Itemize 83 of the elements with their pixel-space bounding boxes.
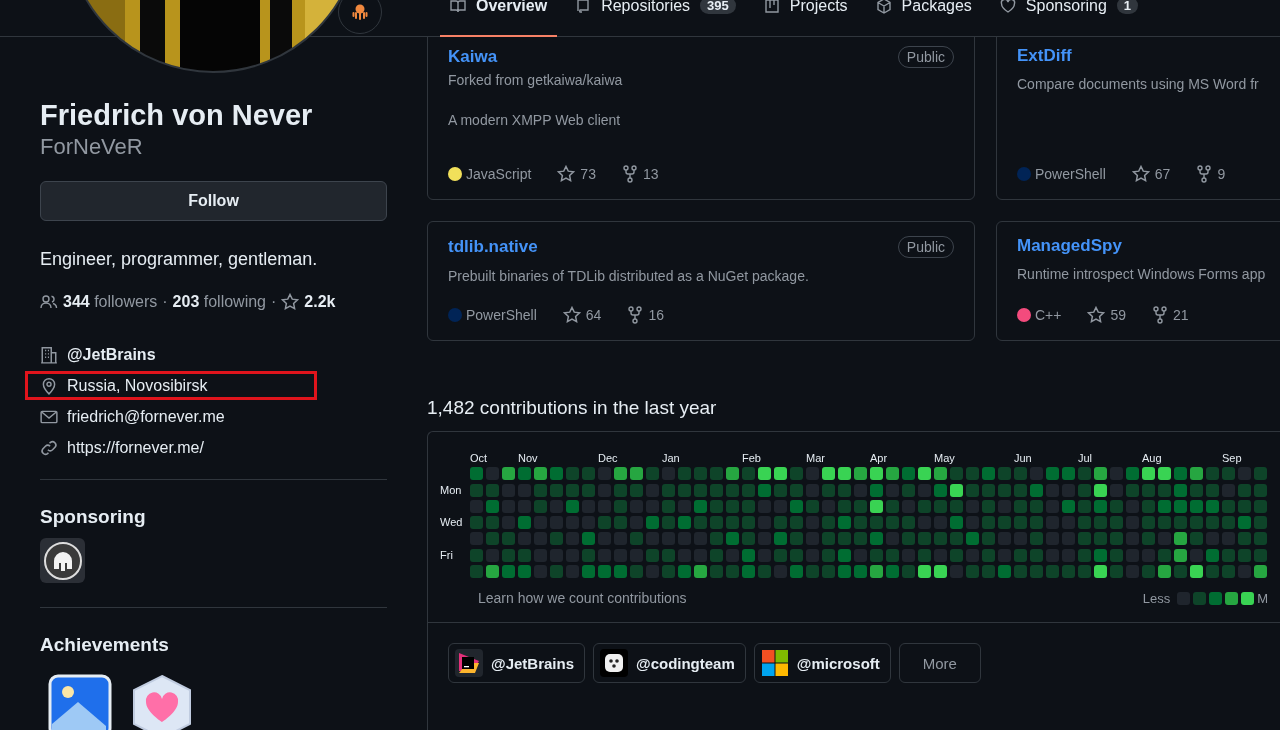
forks-link[interactable]: 21: [1152, 306, 1189, 324]
month-label: Apr: [870, 452, 888, 464]
legend-swatch: [1209, 591, 1223, 605]
following-link[interactable]: 203 following: [172, 293, 266, 311]
weekday-label: Mon: [440, 483, 462, 496]
month-label: Nov: [518, 452, 538, 464]
legend-swatch: [1241, 591, 1255, 605]
month-label: Mar: [806, 452, 825, 464]
repo-name-link[interactable]: ExtDiff: [1017, 46, 1072, 66]
org-logo-icon: [600, 649, 628, 678]
profile-name: Friedrich von Never: [40, 98, 314, 133]
followers-link[interactable]: 344 followers: [63, 293, 158, 311]
repo-description: A modern XMPP Web client: [448, 111, 622, 130]
repo-description: Compare documents using MS Word fr: [1017, 75, 1260, 94]
profile-username: ForNeVeR: [40, 133, 144, 161]
month-label: Oct: [470, 452, 488, 464]
heart-icon: [999, 0, 1016, 14]
language-name: JavaScript: [466, 166, 532, 182]
forks-link[interactable]: 16: [627, 306, 664, 324]
mountain-badge-icon[interactable]: [48, 674, 112, 730]
sponsor-avatar[interactable]: [40, 538, 85, 583]
stargazers-link[interactable]: 73: [557, 165, 596, 183]
learn-link[interactable]: Learn how we count contributions: [478, 590, 687, 607]
legend-swatch: [1225, 591, 1239, 605]
people-icon: [40, 294, 58, 310]
stargazers-link[interactable]: 64: [562, 306, 602, 324]
stargazers-link[interactable]: 59: [1087, 306, 1127, 324]
org-logo-icon: [760, 649, 789, 678]
location-text: Russia, Novosibirsk: [67, 376, 208, 395]
tab-counter: 395: [700, 0, 736, 14]
cube-icon: [875, 0, 892, 14]
repo-description: Runtime introspect Windows Forms app: [1017, 265, 1267, 284]
repo-name-link[interactable]: ManagedSpy: [1017, 236, 1122, 256]
forks-link[interactable]: 9: [1196, 165, 1226, 183]
helmet-icon: [42, 540, 83, 581]
follow-button[interactable]: Follow: [40, 181, 387, 221]
forks-link[interactable]: 13: [621, 165, 659, 183]
weekday-label: Fri: [440, 548, 453, 561]
repo-name-link[interactable]: tdlib.native: [448, 237, 538, 257]
location-pin-icon: [40, 376, 58, 395]
website-link[interactable]: https://fornever.me/: [67, 438, 204, 457]
org-logo-icon: [455, 649, 483, 678]
achievements-heading: Achievements: [40, 634, 170, 656]
month-label: Jun: [1014, 452, 1032, 464]
sponsoring-heading: Sponsoring: [40, 506, 147, 528]
organization-button[interactable]: @JetBrains: [448, 643, 585, 684]
month-label: Aug: [1142, 452, 1162, 464]
profile-bio: Engineer, programmer, gentleman.: [40, 248, 319, 271]
month-label: Sep: [1222, 452, 1242, 464]
tab-counter: 1: [1116, 0, 1139, 14]
language-name: PowerShell: [466, 307, 537, 323]
stargazers-link[interactable]: 67: [1131, 165, 1171, 183]
more-button[interactable]: More: [898, 643, 981, 684]
weekday-label: Wed: [440, 516, 463, 529]
language-name: C++: [1035, 307, 1062, 323]
link-icon: [40, 438, 58, 457]
month-label: Jan: [662, 452, 680, 464]
separator-dot: ·: [271, 293, 277, 311]
organization-button[interactable]: @codingteam: [593, 643, 746, 684]
book-icon: [450, 0, 466, 14]
contributions-heading: 1,482 contributions in the last year: [427, 397, 718, 419]
legend-swatch: [1193, 591, 1207, 605]
organization-text: @JetBrains: [67, 345, 156, 364]
legend-more-label: M: [1257, 590, 1268, 606]
table-icon: [763, 0, 780, 14]
star-icon: [281, 293, 300, 311]
language-name: PowerShell: [1035, 166, 1106, 182]
repo-icon: [575, 0, 592, 14]
building-icon: [40, 345, 58, 364]
email-link[interactable]: friedrich@fornever.me: [67, 407, 225, 426]
octopus-icon: [351, 3, 369, 21]
repo-name-link[interactable]: Kaiwa: [448, 47, 498, 67]
legend-less-label: Less: [1142, 590, 1171, 606]
month-label: May: [934, 452, 955, 464]
month-label: Feb: [742, 452, 761, 464]
repo-description: Prebuilt binaries of TDLib distributed as a NuGet package.: [448, 267, 810, 286]
forked-from-text: Forked from getkaiwa/kaiwa: [448, 72, 624, 88]
separator-dot: ·: [162, 293, 168, 311]
heart-badge-icon[interactable]: [130, 674, 194, 730]
organization-button[interactable]: @microsoft: [753, 643, 891, 684]
month-label: Dec: [598, 452, 618, 464]
stars-link[interactable]: 2.2k: [304, 293, 336, 311]
month-label: Jul: [1078, 452, 1093, 464]
